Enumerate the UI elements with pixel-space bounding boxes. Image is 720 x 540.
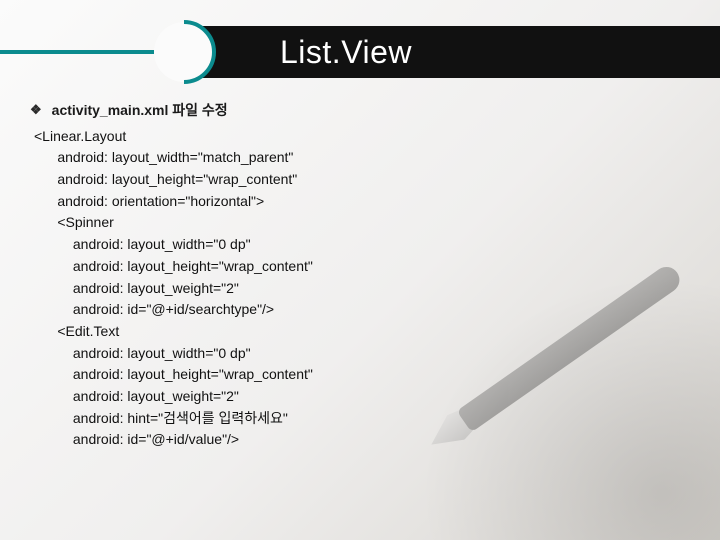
title-accent-line — [0, 50, 170, 54]
diamond-bullet-icon: ❖ — [30, 100, 42, 120]
slide-title: List.View — [280, 34, 412, 71]
title-bar-bg: List.View — [170, 26, 720, 78]
section-heading-row: ❖ activity_main.xml 파일 수정 — [30, 100, 690, 122]
slide-body: ❖ activity_main.xml 파일 수정 <Linear.Layout… — [30, 100, 690, 451]
title-curve-accent — [152, 20, 216, 84]
slide: List.View ❖ activity_main.xml 파일 수정 <Lin… — [0, 0, 720, 540]
code-block: <Linear.Layout android: layout_width="ma… — [30, 126, 690, 451]
title-bar: List.View — [0, 26, 720, 86]
section-heading: activity_main.xml 파일 수정 — [52, 100, 228, 122]
